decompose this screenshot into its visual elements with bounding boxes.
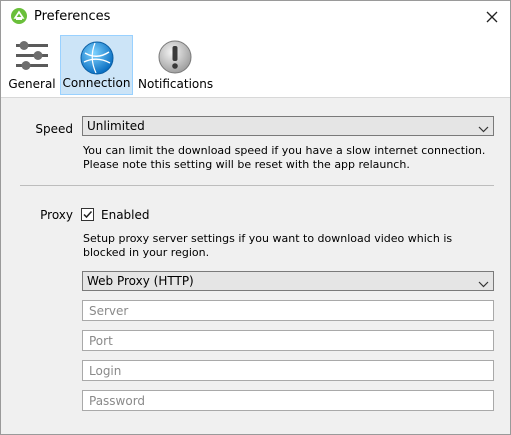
proxy-type-value: Web Proxy (HTTP) — [87, 274, 194, 288]
alert-icon — [157, 39, 193, 78]
password-input[interactable] — [82, 390, 494, 411]
globe-icon — [79, 40, 115, 79]
tab-notifications[interactable]: Notifications — [138, 35, 214, 95]
speed-select-value: Unlimited — [87, 119, 145, 133]
login-input[interactable] — [82, 360, 494, 381]
proxy-enabled-label: Enabled — [101, 208, 150, 222]
close-button[interactable] — [477, 3, 507, 31]
checkmark-icon — [83, 210, 93, 219]
tab-connection-label: Connection — [62, 76, 131, 90]
server-input[interactable] — [82, 300, 494, 321]
app-logo-icon — [11, 8, 27, 24]
speed-help-text: You can limit the download speed if you … — [83, 144, 486, 171]
chevron-down-icon — [478, 122, 489, 136]
preferences-toolbar: General Connection Notifications — [1, 35, 510, 98]
proxy-help-text: Setup proxy server settings if you want … — [83, 232, 453, 259]
tab-notifications-label: Notifications — [138, 77, 214, 91]
port-input[interactable] — [82, 330, 494, 351]
tab-general[interactable]: General — [7, 35, 57, 95]
proxy-enabled-checkbox[interactable] — [81, 208, 94, 221]
window-title: Preferences — [34, 9, 111, 24]
proxy-label: Proxy — [40, 208, 73, 222]
tab-general-label: General — [8, 77, 56, 91]
connection-panel: Speed Unlimited You can limit the downlo… — [1, 98, 510, 434]
proxy-type-select[interactable]: Web Proxy (HTTP) — [82, 271, 494, 291]
tab-connection[interactable]: Connection — [60, 35, 133, 95]
close-icon — [486, 11, 498, 23]
sliders-icon — [14, 39, 50, 76]
section-divider — [20, 185, 494, 186]
title-bar: Preferences — [1, 1, 510, 35]
chevron-down-icon — [478, 277, 489, 291]
speed-label: Speed — [35, 122, 73, 136]
speed-select[interactable]: Unlimited — [82, 116, 494, 136]
preferences-window: Preferences General Connection Notificat… — [0, 0, 511, 435]
